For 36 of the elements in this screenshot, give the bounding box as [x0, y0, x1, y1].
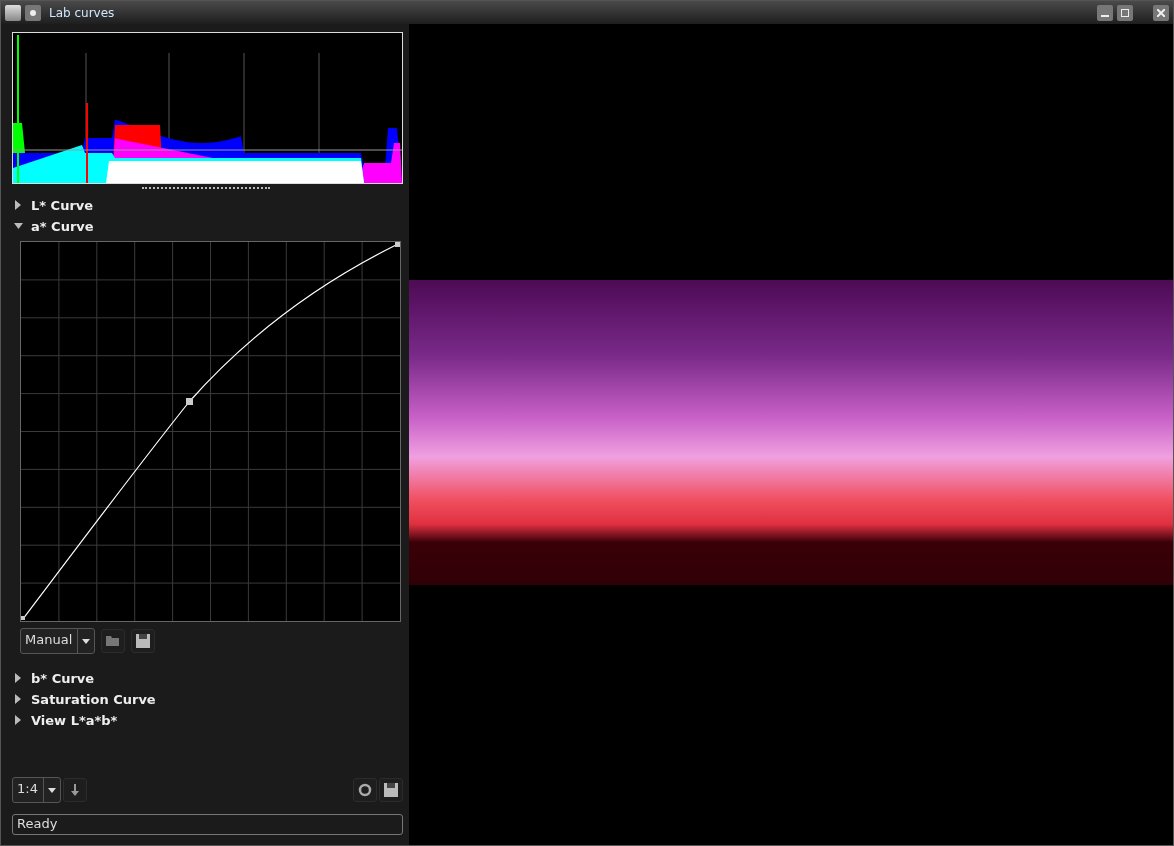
resize-handle[interactable] — [142, 187, 270, 191]
close-button[interactable] — [1153, 4, 1169, 21]
window-title: Lab curves — [49, 5, 116, 20]
expand-arrow-icon — [14, 715, 23, 725]
open-button[interactable] — [101, 629, 126, 653]
reset-button[interactable] — [353, 778, 377, 802]
section-header[interactable]: L* Curve — [12, 195, 403, 216]
save-button[interactable] — [131, 629, 156, 653]
minimize-icon — [1101, 14, 1109, 17]
zoom-dropdown[interactable]: 1:4 — [12, 777, 61, 803]
dropdown-arrow-icon — [82, 638, 91, 644]
save-icon — [384, 783, 398, 797]
maximize-button[interactable] — [1117, 4, 1133, 21]
section-header[interactable]: b* Curve — [12, 668, 403, 689]
minimize-button[interactable] — [1097, 4, 1113, 21]
app-icon — [5, 4, 21, 21]
section-header[interactable]: View L*a*b* — [12, 710, 403, 731]
expand-arrow-icon — [14, 694, 23, 704]
down-arrow-icon — [70, 784, 79, 796]
collapse-arrow-icon — [14, 221, 23, 231]
section-header[interactable]: Saturation Curve — [12, 689, 403, 710]
expand-arrow-icon — [14, 673, 23, 683]
folder-icon — [106, 635, 121, 647]
expand-arrow-icon — [14, 200, 23, 210]
save-button[interactable] — [379, 778, 403, 802]
menu-button[interactable] — [25, 4, 41, 21]
maximize-icon — [1121, 8, 1129, 17]
save-icon — [136, 634, 151, 648]
status-bar: Ready — [12, 814, 403, 835]
section-header[interactable]: a* Curve — [12, 216, 403, 237]
gear-icon — [29, 8, 37, 17]
curve-type-dropdown[interactable]: Manual — [20, 628, 96, 654]
close-icon — [1157, 8, 1165, 17]
refresh-icon — [358, 783, 372, 797]
apply-button[interactable] — [62, 778, 87, 802]
dropdown-arrow-icon — [47, 787, 56, 793]
